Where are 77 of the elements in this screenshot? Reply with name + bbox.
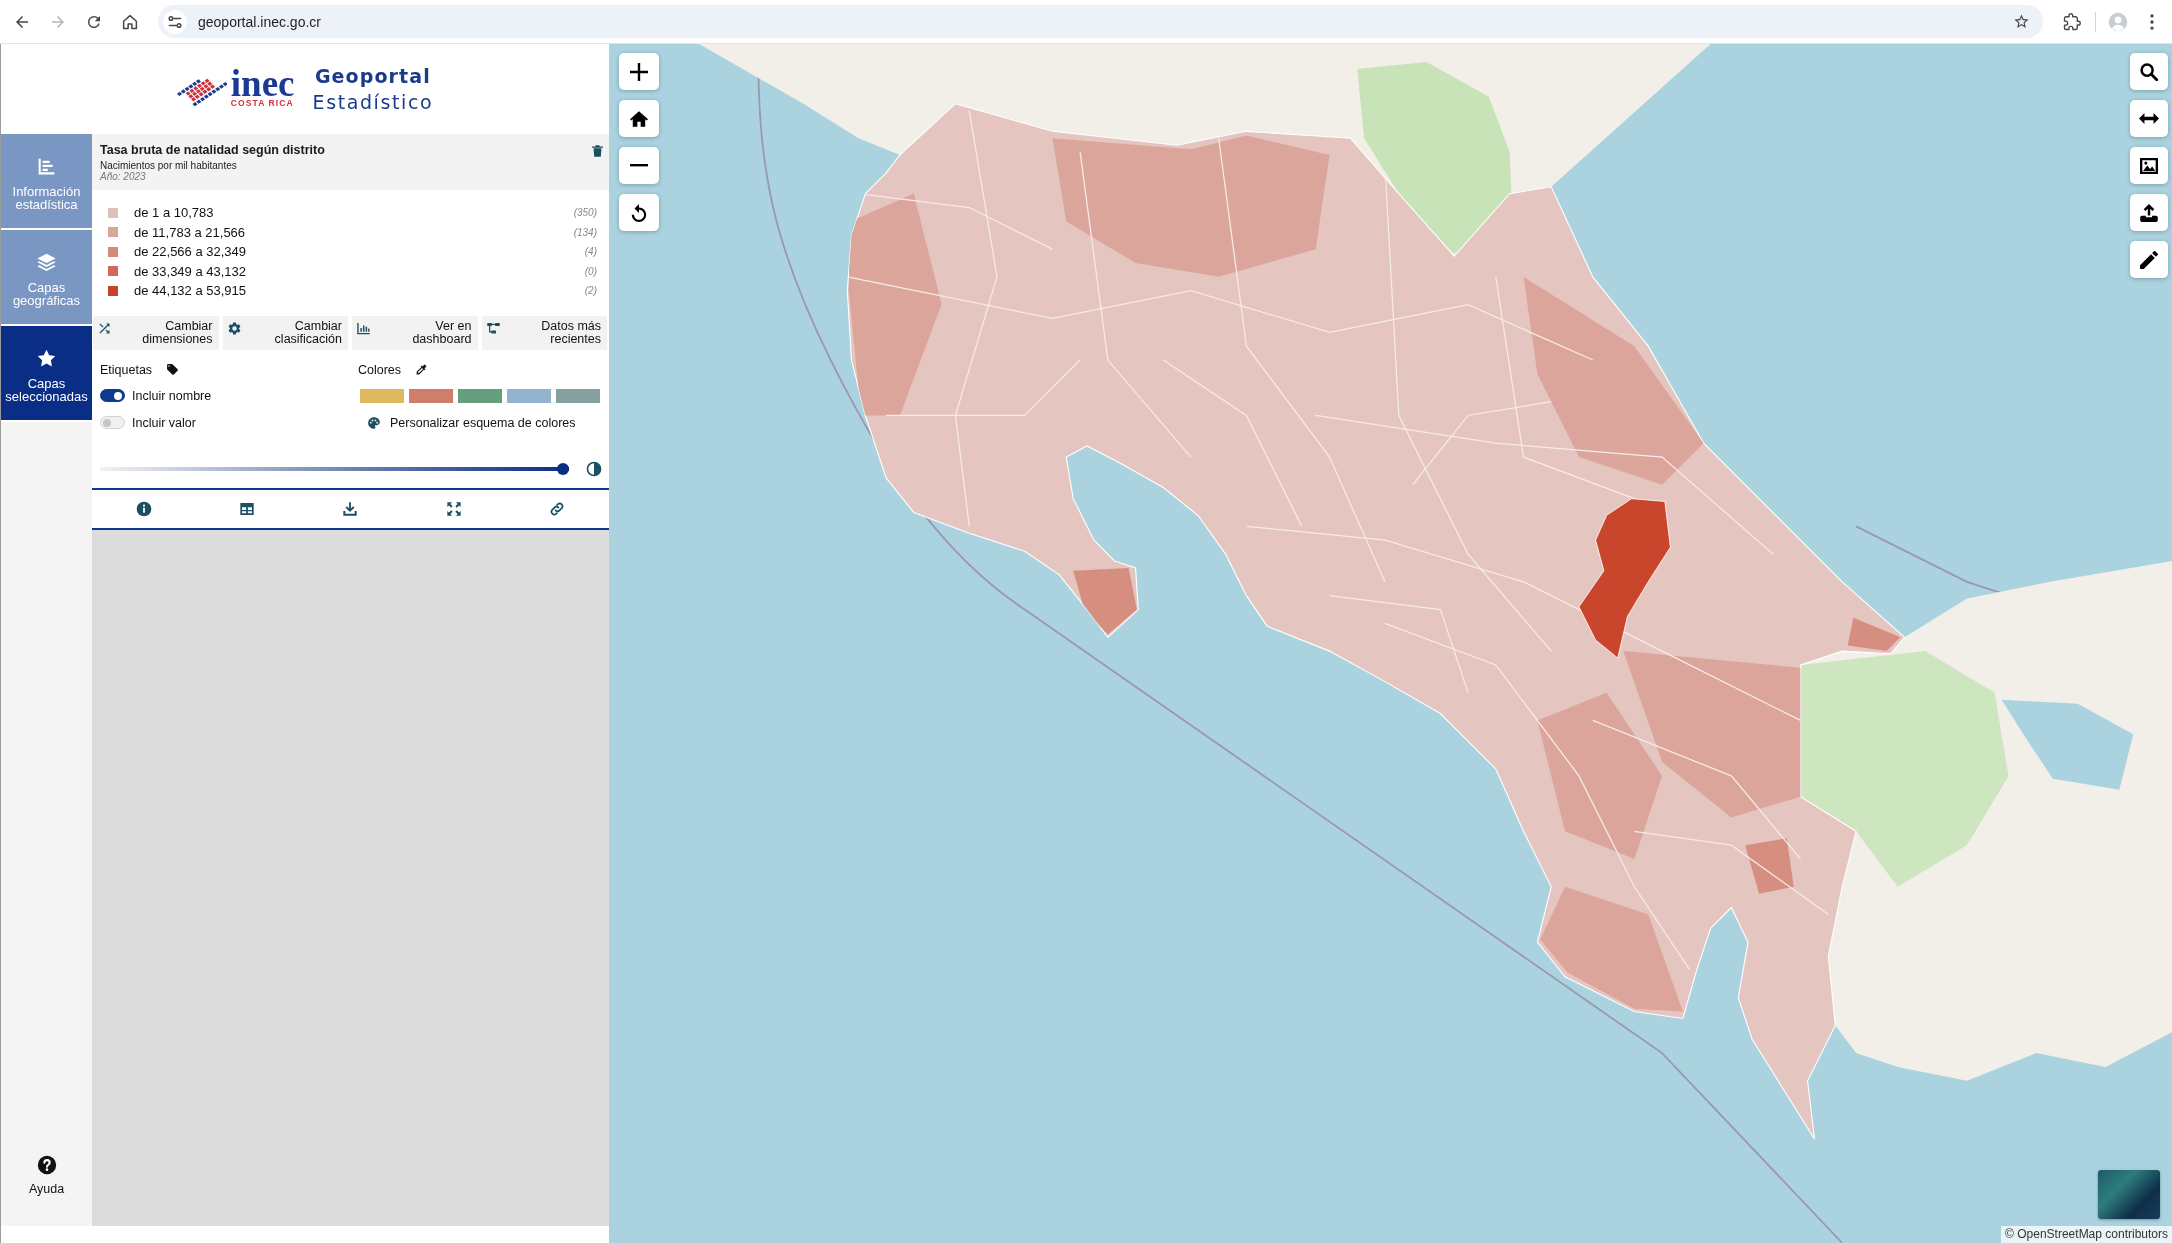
pencil-icon	[2140, 250, 2158, 269]
customize-colors-link[interactable]: Personalizar esquema de colores	[358, 415, 576, 430]
logo-country-text: COSTA RICA	[230, 98, 294, 108]
toggle-label: Incluir valor	[132, 415, 196, 430]
rotate-icon	[630, 203, 648, 222]
color-scheme-swatch[interactable]	[507, 388, 551, 403]
home-icon	[630, 109, 648, 128]
map-attribution: © OpenStreetMap contributors	[2001, 1226, 2172, 1243]
more-menu-icon[interactable]	[2150, 13, 2154, 30]
color-scheme-swatch[interactable]	[360, 388, 404, 403]
image-icon	[2140, 156, 2158, 175]
legend-count: (4)	[584, 246, 597, 258]
table-icon[interactable]	[239, 500, 256, 517]
color-scheme-swatch[interactable]	[556, 388, 600, 403]
diagram-icon	[485, 320, 501, 336]
upload-icon	[2140, 203, 2158, 222]
legend-label: de 1 a 10,783	[134, 205, 215, 221]
tune-icon[interactable]	[163, 9, 187, 34]
section-label: Etiquetas	[100, 362, 153, 377]
legend-count: (134)	[573, 226, 597, 238]
layer-unit-text: Nacimientos por mil habitantes	[100, 160, 238, 171]
double-arrow-icon	[2139, 113, 2159, 124]
map-tool-button[interactable]	[2130, 147, 2168, 184]
toggle-switch[interactable]	[100, 389, 125, 402]
basemap-thumbnail[interactable]	[2098, 1170, 2160, 1219]
action-button[interactable]: Cambiar clasificación	[222, 315, 348, 350]
plus-icon	[630, 62, 648, 81]
legend-label: de 11,783 a 21,566	[134, 224, 247, 240]
action-button[interactable]: Ver en dashboard	[352, 315, 478, 350]
legend-count: (0)	[584, 265, 597, 277]
search-icon	[2140, 62, 2158, 81]
portal-subtitle: Estadístico	[312, 90, 434, 115]
eyedropper-icon[interactable]	[415, 363, 429, 376]
link-icon[interactable]	[549, 500, 566, 517]
logo-wordmark: inec	[230, 70, 295, 98]
legend-count: (2)	[584, 285, 597, 297]
home-icon[interactable]	[121, 12, 139, 31]
download-icon[interactable]	[342, 500, 359, 517]
help-button[interactable]: Ayuda	[28, 1155, 65, 1196]
toggle-label: Incluir nombre	[132, 388, 212, 403]
slider-thumb[interactable]	[557, 462, 569, 475]
layer-title: Tasa bruta de natalidad según distrito	[100, 143, 326, 158]
home-button[interactable]	[619, 100, 659, 137]
rotate-button[interactable]	[619, 194, 659, 231]
map-tool-button[interactable]	[2130, 194, 2168, 231]
search-button[interactable]	[2130, 53, 2168, 90]
puzzle-icon[interactable]	[2063, 12, 2081, 31]
map-tool-button[interactable]	[2130, 241, 2168, 278]
section-label: Colores	[358, 362, 402, 377]
zoom-out-button[interactable]	[619, 147, 659, 184]
minus-icon	[630, 164, 648, 167]
color-scheme-swatch[interactable]	[409, 388, 453, 403]
legend-label: de 33,349 a 43,132	[134, 263, 248, 279]
expand-icon[interactable]	[445, 500, 462, 517]
contrast-icon[interactable]	[586, 460, 602, 477]
tag-icon	[166, 363, 180, 376]
legend-label: de 44,132 a 53,915	[134, 283, 248, 299]
action-button[interactable]: Datos más recientes	[481, 315, 607, 350]
star-icon	[36, 347, 57, 369]
sidebar-tab[interactable]: Capas seleccionadas	[1, 326, 92, 422]
bar-chart-icon	[356, 320, 371, 336]
trash-icon[interactable]	[592, 145, 603, 157]
map-tool-button[interactable]	[2130, 100, 2168, 137]
address-bar[interactable]: geoportal.inec.go.cr	[158, 5, 2043, 38]
action-button[interactable]: Cambiar dimensiones	[93, 315, 219, 350]
layers-icon	[36, 251, 57, 273]
color-scheme-swatch[interactable]	[458, 388, 502, 403]
layer-year-text: Año: 2023	[100, 171, 147, 182]
info-icon[interactable]	[135, 500, 152, 517]
legend-count: (350)	[573, 207, 597, 219]
help-icon	[36, 1155, 57, 1175]
portal-title: Geoportal	[314, 64, 431, 89]
gear-icon	[226, 320, 242, 336]
zoom-in-button[interactable]	[619, 53, 659, 90]
legend-label: de 22,566 a 32,349	[134, 244, 248, 260]
palette-icon	[367, 415, 381, 430]
bookmark-star-icon[interactable]	[2013, 13, 2030, 30]
